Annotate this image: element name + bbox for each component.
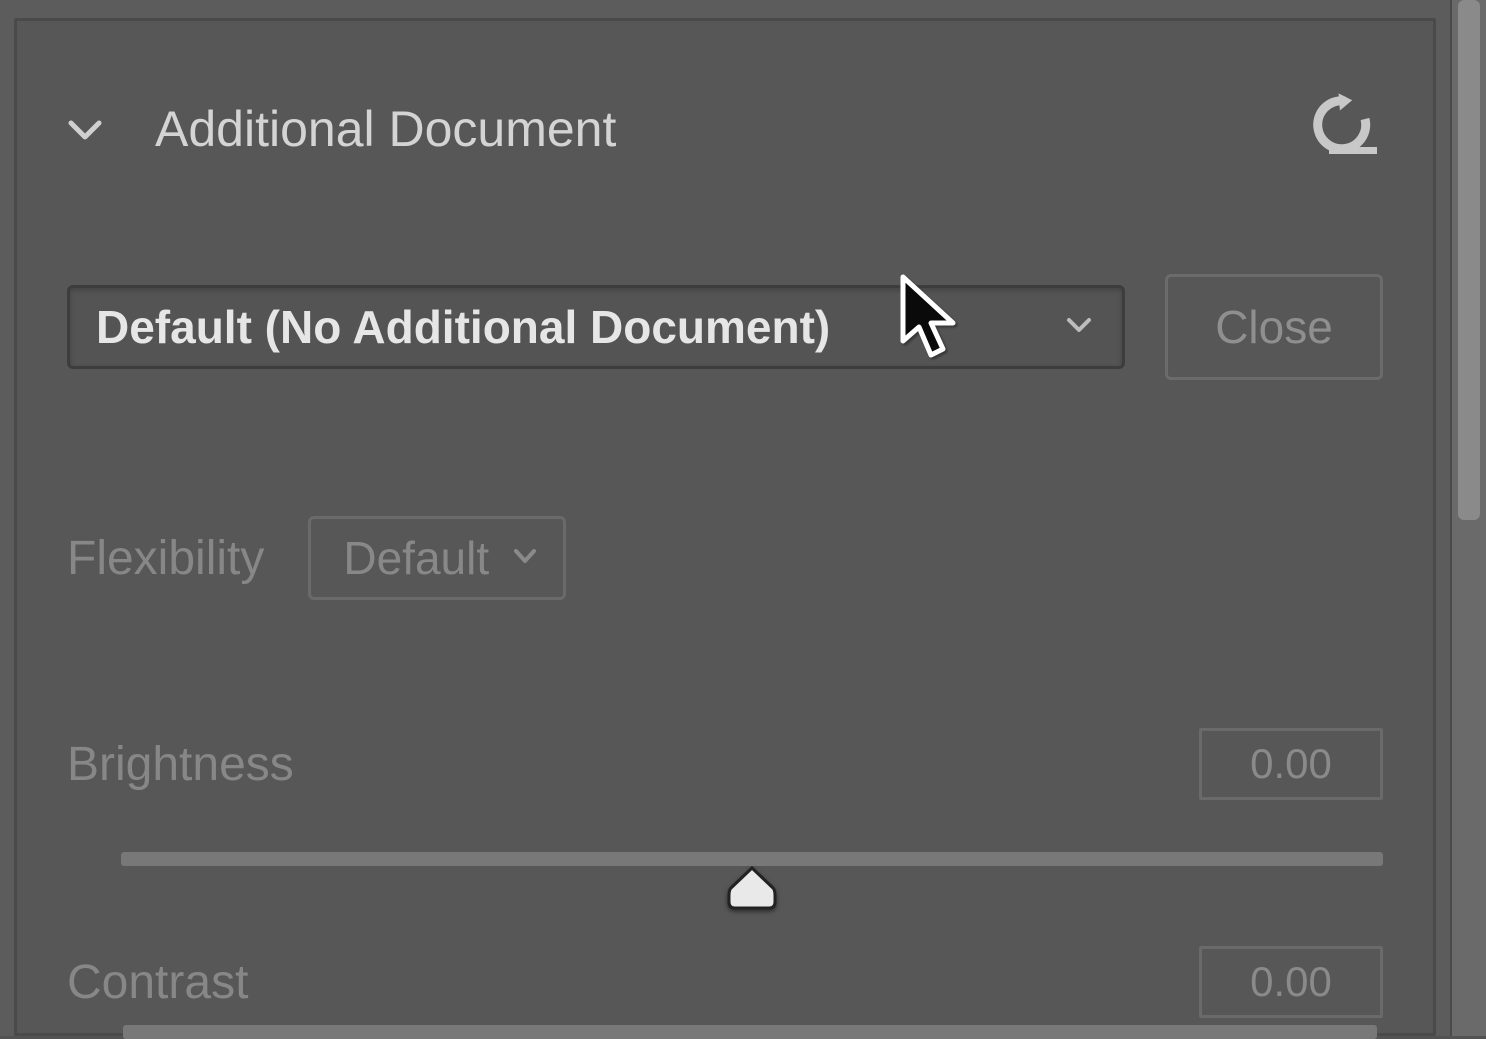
panel-header-left: Additional Document <box>67 100 616 158</box>
contrast-row: Contrast 0.00 <box>67 946 1383 1018</box>
reset-icon <box>1305 91 1383 161</box>
scrollbar-thumb[interactable] <box>1458 0 1480 520</box>
dropdown-selected-label: Default (No Additional Document) <box>96 300 1066 354</box>
additional-document-dropdown[interactable]: Default (No Additional Document) <box>67 285 1125 369</box>
panel-container: Additional Document Default (No Addition… <box>0 0 1450 1036</box>
flexibility-selected-label: Default <box>343 531 489 585</box>
reset-button[interactable] <box>1305 91 1383 166</box>
brightness-slider-thumb[interactable] <box>723 862 781 917</box>
brightness-slider-track <box>121 852 1383 866</box>
brightness-slider[interactable] <box>67 852 1383 866</box>
panel-title: Additional Document <box>155 100 616 158</box>
brightness-label: Brightness <box>67 737 294 792</box>
chevron-down-icon <box>513 548 537 569</box>
flexibility-dropdown[interactable]: Default <box>308 516 566 600</box>
panel-collapse-toggle[interactable] <box>67 115 103 143</box>
chevron-down-icon <box>67 115 103 143</box>
flexibility-row: Flexibility Default <box>67 516 1383 600</box>
contrast-value-input[interactable]: 0.00 <box>1199 946 1383 1018</box>
brightness-row: Brightness 0.00 <box>67 728 1383 866</box>
flexibility-label: Flexibility <box>67 531 264 586</box>
contrast-label: Contrast <box>67 955 248 1010</box>
brightness-value-input[interactable]: 0.00 <box>1199 728 1383 800</box>
contrast-head: Contrast 0.00 <box>67 946 1383 1018</box>
additional-document-panel: Additional Document Default (No Addition… <box>14 18 1436 1036</box>
contrast-slider-track[interactable] <box>123 1025 1377 1039</box>
document-row: Default (No Additional Document) Close <box>67 274 1383 380</box>
close-button[interactable]: Close <box>1165 274 1383 380</box>
vertical-scrollbar[interactable] <box>1450 0 1486 1036</box>
chevron-down-icon <box>1066 316 1096 339</box>
brightness-head: Brightness 0.00 <box>67 728 1383 800</box>
panel-header: Additional Document <box>67 91 1383 166</box>
